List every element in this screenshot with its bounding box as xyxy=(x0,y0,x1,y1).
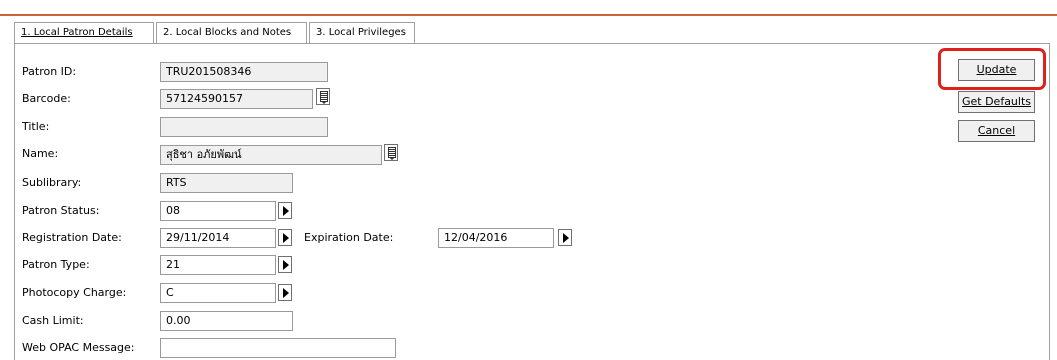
cash-limit-field[interactable]: 0.00 xyxy=(160,311,293,331)
registration-date-picker-icon[interactable] xyxy=(278,229,292,246)
update-highlight-annotation xyxy=(938,48,1046,90)
get-defaults-button[interactable]: Get Defaults xyxy=(958,91,1035,113)
patron-status-field[interactable]: 08 xyxy=(160,201,276,221)
patron-id-field[interactable]: TRU201508346 xyxy=(160,62,328,82)
expiration-date-label: Expiration Date: xyxy=(304,231,394,244)
web-opac-message-field[interactable] xyxy=(160,338,396,358)
sublibrary-label: Sublibrary: xyxy=(22,176,82,189)
barcode-label: Barcode: xyxy=(22,92,71,105)
window-top-rule xyxy=(0,14,1057,16)
patron-status-select-icon[interactable] xyxy=(278,202,292,219)
patron-type-select-icon[interactable] xyxy=(278,256,292,273)
photocopy-charge-label: Photocopy Charge: xyxy=(22,286,127,299)
barcode-lookup-icon[interactable] xyxy=(316,88,330,105)
title-label: Title: xyxy=(22,120,50,133)
barcode-field[interactable]: 57124590157 xyxy=(160,89,313,109)
tab-local-privileges[interactable]: 3. Local Privileges xyxy=(309,22,415,44)
expiration-date-field[interactable]: 12/04/2016 xyxy=(438,228,554,248)
patron-status-label: Patron Status: xyxy=(22,204,100,217)
registration-date-field[interactable]: 29/11/2014 xyxy=(160,228,276,248)
name-field[interactable]: สุธิชา อภัยพัฒน์ xyxy=(160,145,382,165)
registration-date-label: Registration Date: xyxy=(22,231,122,244)
expiration-date-picker-icon[interactable] xyxy=(558,229,572,246)
sublibrary-field[interactable]: RTS xyxy=(160,173,293,193)
photocopy-charge-select-icon[interactable] xyxy=(278,284,292,301)
name-lookup-icon[interactable] xyxy=(384,144,398,161)
photocopy-charge-field[interactable]: C xyxy=(160,283,276,303)
tab-local-patron-details[interactable]: 1. Local Patron Details xyxy=(14,22,154,44)
tab-local-blocks-and-notes[interactable]: 2. Local Blocks and Notes xyxy=(156,22,307,44)
patron-type-field[interactable]: 21 xyxy=(160,255,276,275)
name-label: Name: xyxy=(22,147,59,160)
cash-limit-label: Cash Limit: xyxy=(22,314,84,327)
patron-id-label: Patron ID: xyxy=(22,65,77,78)
title-field[interactable] xyxy=(160,117,328,137)
web-opac-message-label: Web OPAC Message: xyxy=(22,341,135,354)
cancel-button[interactable]: Cancel xyxy=(958,120,1035,142)
patron-type-label: Patron Type: xyxy=(22,258,90,271)
